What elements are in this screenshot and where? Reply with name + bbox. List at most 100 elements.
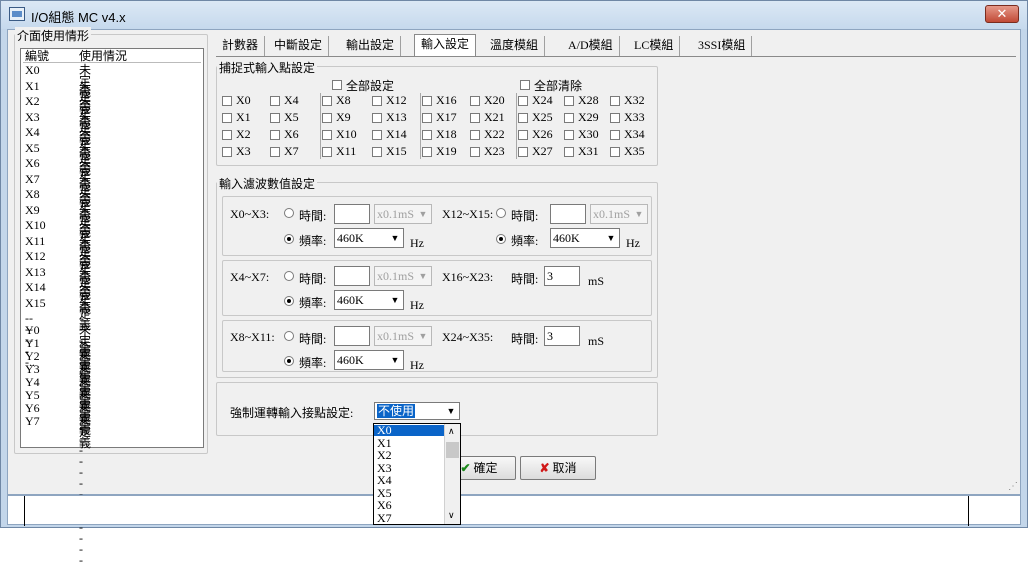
dropdown-option[interactable]: X1 [374, 437, 444, 449]
g2-time-input[interactable] [334, 266, 370, 286]
checkbox-x27[interactable] [518, 147, 528, 157]
checkbox-x14[interactable] [372, 130, 382, 140]
clear-all-checkbox[interactable] [520, 80, 530, 90]
set-all-label: 全部設定 [346, 79, 395, 93]
checkbox-x22[interactable] [470, 130, 480, 140]
cancel-button[interactable]: ✘ 取消 [520, 456, 596, 480]
g2-time-radio[interactable] [284, 271, 294, 281]
g2-unit-select[interactable]: x0.1mS ▼ [374, 266, 432, 286]
checkbox-x2[interactable] [222, 130, 232, 140]
checkbox-x25[interactable] [518, 113, 528, 123]
checkbox-x29[interactable] [564, 113, 574, 123]
set-all-checkbox[interactable] [332, 80, 342, 90]
item-status: 未定義 [79, 414, 92, 450]
dropdown-option[interactable]: X6 [374, 499, 444, 511]
g1-freq-radio[interactable] [284, 234, 294, 244]
app-icon [9, 7, 25, 21]
force-select-arrow[interactable]: ▼ [444, 404, 458, 418]
checkbox-x19[interactable] [422, 147, 432, 157]
scroll-down-icon[interactable]: ∨ [448, 510, 455, 521]
checkbox-x8[interactable] [322, 96, 332, 106]
usage-list[interactable]: 編號 使用情況 X0 未定義 X1 未定義 X2 未定義 X3 未定義 X4 未定義 X5 未定義 X6… [20, 48, 204, 566]
checkbox-x0[interactable] [222, 96, 232, 106]
g1-time-radio[interactable] [284, 208, 294, 218]
checkbox-x33[interactable] [610, 113, 620, 123]
checkbox-x31[interactable] [564, 147, 574, 157]
checkbox-x30[interactable] [564, 130, 574, 140]
label-x5: X5 [284, 110, 299, 124]
checkbox-x28[interactable] [564, 96, 574, 106]
label-x8: X8 [336, 93, 351, 107]
tab-5[interactable]: 溫度模組 [484, 36, 546, 56]
dropdown-option[interactable]: X7 [374, 512, 444, 524]
force-dropdown-list[interactable]: X0 X1 X2 X3 X4 X5 X6 X7 ∧ ∨ [373, 423, 461, 525]
tab-2[interactable]: 中斷設定 [268, 36, 330, 56]
g1b-unit-select[interactable]: x0.1mS ▼ [590, 204, 648, 224]
dropdown-option[interactable]: X2 [374, 449, 444, 461]
g1-hz-unit: Hz [410, 236, 424, 250]
check-icon: ✔ [460, 461, 471, 475]
g3-freq-radio[interactable] [284, 356, 294, 366]
dropdown-option[interactable]: X3 [374, 462, 444, 474]
tab-4[interactable]: 輸入設定 [414, 34, 477, 56]
checkbox-x21[interactable] [470, 113, 480, 123]
close-button[interactable]: ✕ [985, 5, 1019, 23]
g1b-freq-radio[interactable] [496, 234, 506, 244]
g3b-time-input[interactable]: 3 [544, 326, 580, 346]
g1b-time-radio[interactable] [496, 208, 506, 218]
tab-7[interactable]: LC模組 [628, 36, 681, 56]
g2b-time-input[interactable]: 3 [544, 266, 580, 286]
g3-time-input[interactable] [334, 326, 370, 346]
checkbox-x1[interactable] [222, 113, 232, 123]
dropdown-scrollbar[interactable]: ∧ ∨ [444, 424, 460, 524]
checkbox-x23[interactable] [470, 147, 480, 157]
checkbox-x12[interactable] [372, 96, 382, 106]
g1b-time-input[interactable] [550, 204, 586, 224]
checkbox-x16[interactable] [422, 96, 432, 106]
force-select[interactable]: 不使用 ▼ [374, 402, 460, 420]
tab-8[interactable]: 3SSI模組 [692, 36, 753, 56]
dropdown-option[interactable]: X5 [374, 487, 444, 499]
g1-freq-select[interactable]: 460K ▼ [334, 228, 404, 248]
g1b-freq-select[interactable]: 460K ▼ [550, 228, 620, 248]
g3-time-radio[interactable] [284, 331, 294, 341]
g3-unit-select[interactable]: x0.1mS ▼ [374, 326, 432, 346]
tab-1[interactable]: 計數器 [216, 36, 266, 56]
g2-freq-select[interactable]: 460K ▼ [334, 290, 404, 310]
checkbox-x13[interactable] [372, 113, 382, 123]
col-id-header: 編號 [25, 49, 50, 63]
checkbox-x17[interactable] [422, 113, 432, 123]
g2-time-label: 時間: [299, 272, 327, 286]
tab-6[interactable]: A/D模組 [562, 36, 620, 56]
dropdown-option[interactable]: X4 [374, 474, 444, 486]
scroll-up-icon[interactable]: ∧ [448, 426, 455, 437]
label-x9: X9 [336, 110, 351, 124]
checkbox-x11[interactable] [322, 147, 332, 157]
checkbox-x6[interactable] [270, 130, 280, 140]
checkbox-x5[interactable] [270, 113, 280, 123]
checkbox-x15[interactable] [372, 147, 382, 157]
checkbox-x34[interactable] [610, 130, 620, 140]
g3b-time-label: 時間: [511, 332, 539, 346]
g1-unit-select[interactable]: x0.1mS ▼ [374, 204, 432, 224]
checkbox-x35[interactable] [610, 147, 620, 157]
checkbox-x3[interactable] [222, 147, 232, 157]
resize-grip-icon[interactable]: ⋰ [1008, 481, 1018, 492]
checkbox-x9[interactable] [322, 113, 332, 123]
checkbox-x4[interactable] [270, 96, 280, 106]
scroll-thumb[interactable] [446, 442, 459, 458]
checkbox-x24[interactable] [518, 96, 528, 106]
checkbox-x26[interactable] [518, 130, 528, 140]
checkbox-x10[interactable] [322, 130, 332, 140]
tab-3[interactable]: 輸出設定 [340, 36, 402, 56]
g3-freq-select[interactable]: 460K ▼ [334, 350, 404, 370]
dropdown-option[interactable]: X0 [374, 424, 444, 436]
g1-time-input[interactable] [334, 204, 370, 224]
checkbox-x7[interactable] [270, 147, 280, 157]
checkbox-x32[interactable] [610, 96, 620, 106]
checkbox-x18[interactable] [422, 130, 432, 140]
checkbox-x20[interactable] [470, 96, 480, 106]
g2-freq-radio[interactable] [284, 296, 294, 306]
label-x22: X22 [484, 127, 505, 141]
status-divider-left [24, 496, 25, 526]
